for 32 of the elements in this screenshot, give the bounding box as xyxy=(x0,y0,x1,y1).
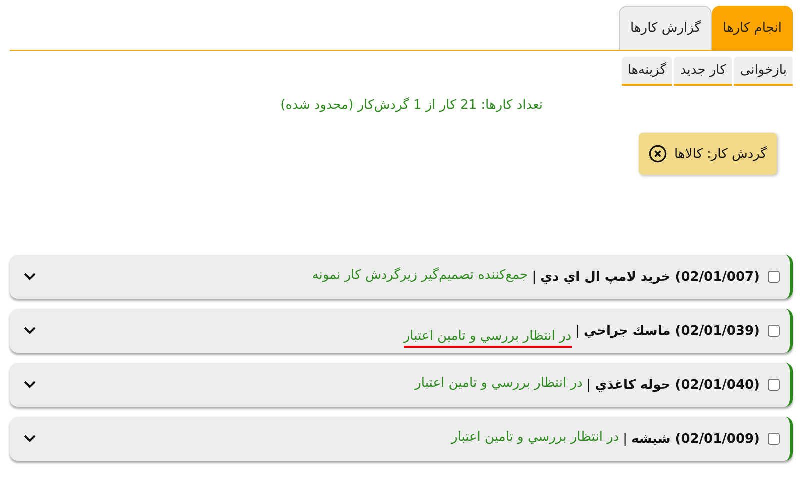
toolbar-button[interactable]: کار جدید xyxy=(674,57,732,86)
chevron-icon[interactable] xyxy=(24,327,36,335)
task-row[interactable]: (02/01/040) حوله كاغذي | در انتظار بررسي و تامين اعتبار xyxy=(10,363,793,407)
task-status: در انتظار بررسي و تامين اعتبار xyxy=(451,430,620,446)
chevron-icon[interactable] xyxy=(24,435,36,443)
task-status: در انتظار بررسي و تامين اعتبار xyxy=(404,328,572,348)
task-status: در انتظار بررسي و تامين اعتبار xyxy=(415,376,583,392)
tab[interactable]: گزارش کارها xyxy=(619,6,712,50)
chevron-icon[interactable] xyxy=(24,381,36,389)
toolbar-button[interactable]: گزینه‌ها xyxy=(622,57,672,86)
task-title: (02/01/039) ماسك جراحي xyxy=(584,324,760,338)
task-row[interactable]: (02/01/039) ماسك جراحي | در انتظار بررسي و تامين اعتبار xyxy=(10,309,793,353)
task-title: (02/01/007) خريد لامپ ال اي دي xyxy=(540,270,760,284)
task-count-text: تعداد کارها: 21 کار از 1 گردش‌کار (محدود شده) xyxy=(280,98,543,113)
task-title: (02/01/009) شيشه xyxy=(632,432,760,446)
separator-text: | xyxy=(532,270,537,284)
task-checkbox[interactable] xyxy=(768,433,780,445)
separator-text: | xyxy=(586,378,592,392)
chevron-icon[interactable] xyxy=(24,273,36,281)
task-row[interactable]: (02/01/007) خريد لامپ ال اي دي | جمع‌کننده تصميم‌گير زيرگردش کار نمونه xyxy=(10,255,793,299)
task-checkbox[interactable] xyxy=(768,379,780,391)
toolbar-button[interactable]: بازخوانی xyxy=(734,57,793,86)
task-row[interactable]: (02/01/009) شيشه | در انتظار بررسي و تامين اعتبار xyxy=(10,417,793,461)
task-checkbox[interactable] xyxy=(768,325,780,337)
task-checkbox[interactable] xyxy=(768,271,780,283)
tab[interactable]: انجام کارها xyxy=(712,6,793,50)
close-icon[interactable] xyxy=(648,145,667,163)
task-title: (02/01/040) حوله كاغذي xyxy=(595,378,760,392)
filter-label: گردش کار: کالاها xyxy=(674,146,767,162)
task-status: جمع‌کننده تصميم‌گير زيرگردش کار نمونه xyxy=(312,268,528,284)
separator-text: | xyxy=(623,432,628,446)
separator-text: | xyxy=(576,324,580,338)
